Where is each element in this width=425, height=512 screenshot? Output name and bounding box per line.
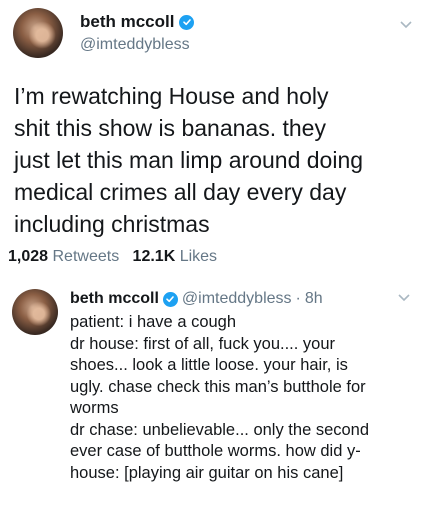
- tweet-text-line: medical crimes all day every day: [14, 179, 347, 205]
- author-name-row: beth mccoll @imteddybless · 8h: [70, 290, 323, 308]
- tweet-text-line: dr house: first of all, fuck you.... you…: [70, 334, 336, 353]
- separator-dot: ·: [295, 290, 301, 307]
- engagement-stats: 1,028 Retweets 12.1K Likes: [8, 248, 217, 266]
- tweet-text-line: including christmas: [14, 211, 210, 237]
- likes-count: 12.1K: [132, 248, 176, 265]
- tweet-text-line: house: [playing air guitar on his cane]: [70, 463, 344, 482]
- author-name-row[interactable]: beth mccoll: [80, 12, 195, 32]
- tweet-text-line: worms: [70, 399, 119, 417]
- chevron-down-icon[interactable]: [399, 20, 413, 30]
- tweet-text: patient: i have a cough dr house: first …: [70, 312, 420, 484]
- retweets-count: 1,028: [8, 248, 49, 265]
- likes-stat[interactable]: 12.1K Likes: [133, 248, 218, 265]
- tweet-timestamp[interactable]: 8h: [305, 290, 323, 308]
- author-name[interactable]: beth mccoll: [70, 290, 159, 308]
- tweet-text-line: ugly. chase check this man’s butthole fo…: [70, 377, 366, 396]
- verified-badge-icon: [179, 14, 195, 30]
- tweet-text-line: patient: i have a cough: [70, 313, 237, 331]
- tweet-text-line: ever case of butthole worms. how did y-: [70, 442, 361, 460]
- likes-label: Likes: [179, 248, 218, 265]
- author-name[interactable]: beth mccoll: [80, 12, 174, 32]
- chevron-down-icon[interactable]: [397, 293, 411, 303]
- retweets-stat[interactable]: 1,028 Retweets: [8, 248, 119, 265]
- tweet-text-line: shoes... look a little loose. your hair,…: [70, 356, 348, 374]
- tweet-text: I’m rewatching House and holy shit this …: [14, 80, 419, 240]
- tweet-text-line: dr chase: unbelievable... only the secon…: [70, 420, 370, 439]
- avatar[interactable]: [13, 8, 63, 58]
- verified-badge-icon: [162, 291, 178, 307]
- tweet-text-line: I’m rewatching House and holy: [14, 83, 329, 109]
- tweet-text-line: just let this man limp around doing: [14, 147, 364, 173]
- retweets-label: Retweets: [52, 248, 120, 265]
- tweet-text-line: shit this show is bananas. they: [14, 115, 326, 141]
- avatar[interactable]: [12, 289, 58, 335]
- author-handle[interactable]: @imteddybless: [80, 36, 190, 54]
- author-handle[interactable]: @imteddybless: [182, 290, 292, 308]
